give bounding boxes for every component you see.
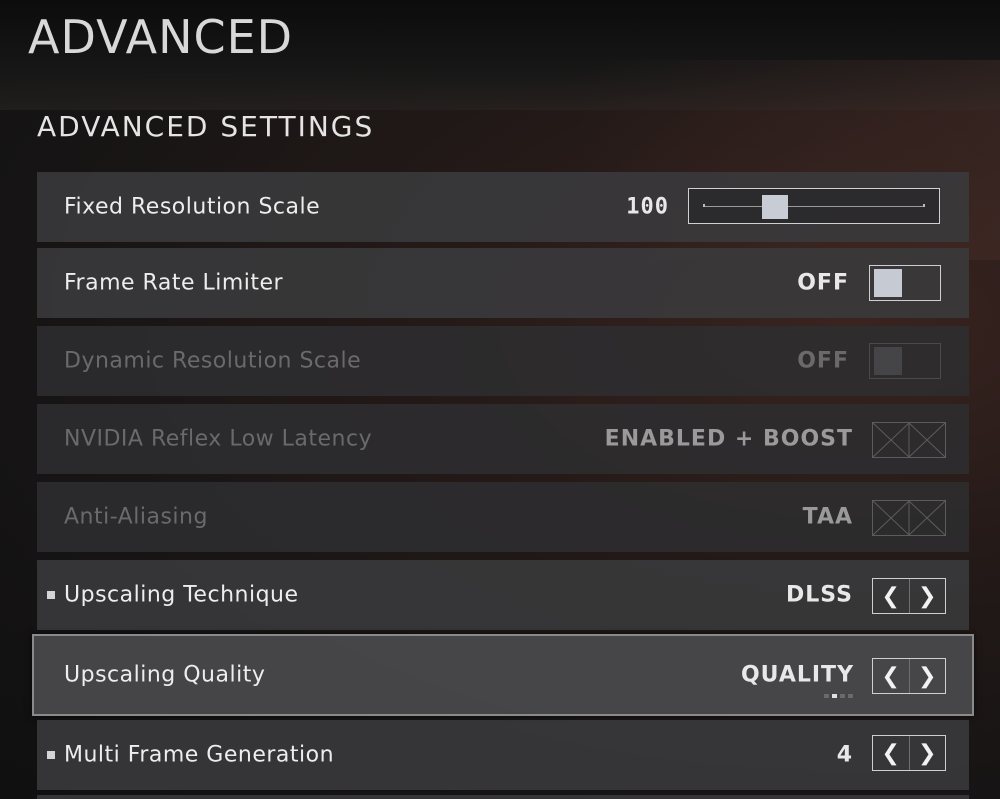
chevron-left-icon[interactable]: ❮ xyxy=(873,579,909,613)
slider-thumb[interactable] xyxy=(761,195,788,219)
option-position-indicator xyxy=(824,694,853,698)
setting-row-frame-rate-limiter[interactable]: Frame Rate Limiter OFF xyxy=(37,248,969,318)
option-dot xyxy=(848,694,853,698)
setting-label: Frame Rate Limiter xyxy=(64,270,284,296)
resolution-scale-slider[interactable] xyxy=(688,188,940,224)
bullet-marker xyxy=(47,591,55,599)
setting-row-upscaling-quality[interactable]: Upscaling Quality QUALITY ❮ ❯ xyxy=(32,634,974,716)
setting-value: QUALITY xyxy=(740,662,854,688)
setting-label: Anti-Aliasing xyxy=(64,504,208,530)
option-dot-active xyxy=(832,694,837,698)
dynamic-resolution-toggle xyxy=(869,343,941,379)
crossed-box-icon xyxy=(872,500,946,536)
setting-row-dynamic-resolution-scale: Dynamic Resolution Scale OFF xyxy=(37,326,969,396)
slider-end-tick xyxy=(923,204,925,207)
upscaling-technique-selector[interactable]: ❮ ❯ xyxy=(872,578,946,614)
setting-label: Multi Frame Generation xyxy=(64,742,335,768)
chevron-right-icon[interactable]: ❯ xyxy=(909,579,945,613)
setting-value: TAA xyxy=(802,504,853,530)
chevron-left-icon[interactable]: ❮ xyxy=(873,736,909,770)
option-dot xyxy=(840,694,845,698)
setting-row-fixed-resolution-scale[interactable]: Fixed Resolution Scale 100 xyxy=(37,172,969,242)
chevron-right-icon[interactable]: ❯ xyxy=(909,736,945,770)
toggle-knob xyxy=(874,269,902,297)
setting-label: NVIDIA Reflex Low Latency xyxy=(64,426,373,452)
setting-value: DLSS xyxy=(786,582,853,608)
setting-row-nvidia-reflex: NVIDIA Reflex Low Latency ENABLED + BOOS… xyxy=(37,404,969,474)
slider-track xyxy=(703,206,925,207)
setting-value: OFF xyxy=(797,348,849,374)
setting-value: 4 xyxy=(836,742,853,768)
setting-value: 100 xyxy=(626,194,669,220)
frame-rate-limiter-toggle[interactable] xyxy=(869,265,941,301)
setting-row-multi-frame-generation[interactable]: Multi Frame Generation 4 ❮ ❯ xyxy=(37,720,969,790)
setting-label: Fixed Resolution Scale xyxy=(64,194,321,220)
setting-label: Upscaling Quality xyxy=(64,662,266,688)
toggle-knob xyxy=(874,347,902,375)
option-dot xyxy=(824,694,829,698)
multi-frame-generation-selector[interactable]: ❮ ❯ xyxy=(872,735,946,771)
setting-row-upscaling-technique[interactable]: Upscaling Technique DLSS ❮ ❯ xyxy=(37,560,969,630)
chevron-left-icon[interactable]: ❮ xyxy=(873,659,909,693)
page-title: ADVANCED xyxy=(28,10,294,64)
setting-label: Upscaling Technique xyxy=(64,582,299,608)
setting-value: OFF xyxy=(797,270,849,296)
chevron-right-icon[interactable]: ❯ xyxy=(909,659,945,693)
setting-label: Dynamic Resolution Scale xyxy=(64,348,362,374)
section-title: ADVANCED SETTINGS xyxy=(37,110,375,143)
crossed-box-icon xyxy=(872,422,946,458)
setting-row-next-partial xyxy=(37,795,969,799)
setting-value: ENABLED + BOOST xyxy=(604,426,853,452)
upscaling-quality-selector[interactable]: ❮ ❯ xyxy=(872,658,946,694)
bullet-marker xyxy=(47,751,55,759)
setting-row-anti-aliasing: Anti-Aliasing TAA xyxy=(37,482,969,552)
slider-start-tick xyxy=(703,204,705,207)
